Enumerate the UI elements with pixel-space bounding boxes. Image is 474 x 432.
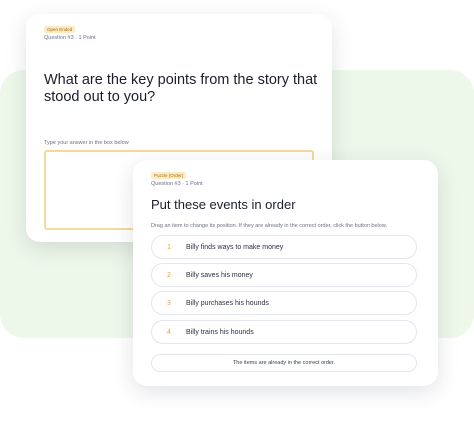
question-type-badge: Open Ended — [44, 26, 76, 33]
order-item-number: 3 — [167, 299, 171, 307]
order-item[interactable]: 2 Billy saves his money — [151, 263, 417, 287]
question-title: What are the key points from the story t… — [44, 72, 318, 105]
answer-hint: Type your answer in the box below — [44, 140, 129, 146]
order-item[interactable]: 4 Billy trains his hounds — [151, 320, 417, 344]
order-item-number: 1 — [167, 243, 171, 251]
question-title: Put these events in order — [151, 197, 296, 212]
order-item[interactable]: 1 Billy finds ways to make money — [151, 235, 417, 259]
order-item-number: 4 — [167, 328, 171, 336]
order-item-label: Billy trains his hounds — [186, 328, 254, 336]
question-type-badge: Puzzle (Order) — [151, 172, 187, 179]
already-correct-order-button[interactable]: The items are already in the correct ord… — [151, 354, 417, 372]
order-item-label: Billy finds ways to make money — [186, 243, 284, 251]
order-item-number: 2 — [167, 271, 171, 279]
question-meta: Question #3 · 1 Point — [151, 181, 203, 187]
question-meta: Question #3 · 1 Point — [44, 35, 96, 41]
order-item[interactable]: 3 Billy purchases his hounds — [151, 291, 417, 315]
order-question-card: Puzzle (Order) Question #3 · 1 Point Put… — [133, 160, 438, 386]
order-item-label: Billy saves his money — [186, 271, 253, 279]
order-item-label: Billy purchases his hounds — [186, 299, 269, 307]
drag-instructions: Drag an item to change its position. If … — [151, 223, 388, 229]
